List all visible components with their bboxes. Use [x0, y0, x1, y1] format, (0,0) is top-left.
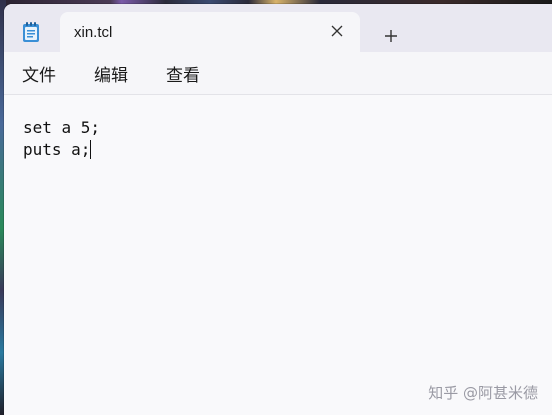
tab-title: xin.tcl: [74, 24, 113, 41]
text-editor[interactable]: set a 5; puts a; 知乎 @阿甚米德: [4, 95, 552, 415]
watermark: 知乎 @阿甚米德: [428, 384, 538, 402]
menu-edit[interactable]: 编辑: [92, 57, 130, 90]
menu-file[interactable]: 文件: [20, 57, 58, 90]
notepad-icon: [21, 21, 41, 43]
code-line-2: puts a;: [23, 139, 552, 161]
tab-bar: xin.tcl: [4, 4, 552, 52]
plus-icon[interactable]: [379, 24, 403, 48]
tab-xin-tcl[interactable]: xin.tcl: [60, 12, 360, 52]
notepad-window: xin.tcl 文件 编辑 查看 set a 5; puts a; 知乎 @阿甚…: [4, 4, 552, 415]
menu-view[interactable]: 查看: [164, 57, 202, 90]
code-line-1-text: set a 5;: [23, 118, 101, 137]
text-caret: [90, 140, 92, 159]
close-icon[interactable]: [328, 22, 346, 40]
menu-bar: 文件 编辑 查看: [4, 52, 552, 95]
code-line-1: set a 5;: [23, 117, 552, 139]
code-line-2-text: puts a;: [23, 140, 91, 159]
